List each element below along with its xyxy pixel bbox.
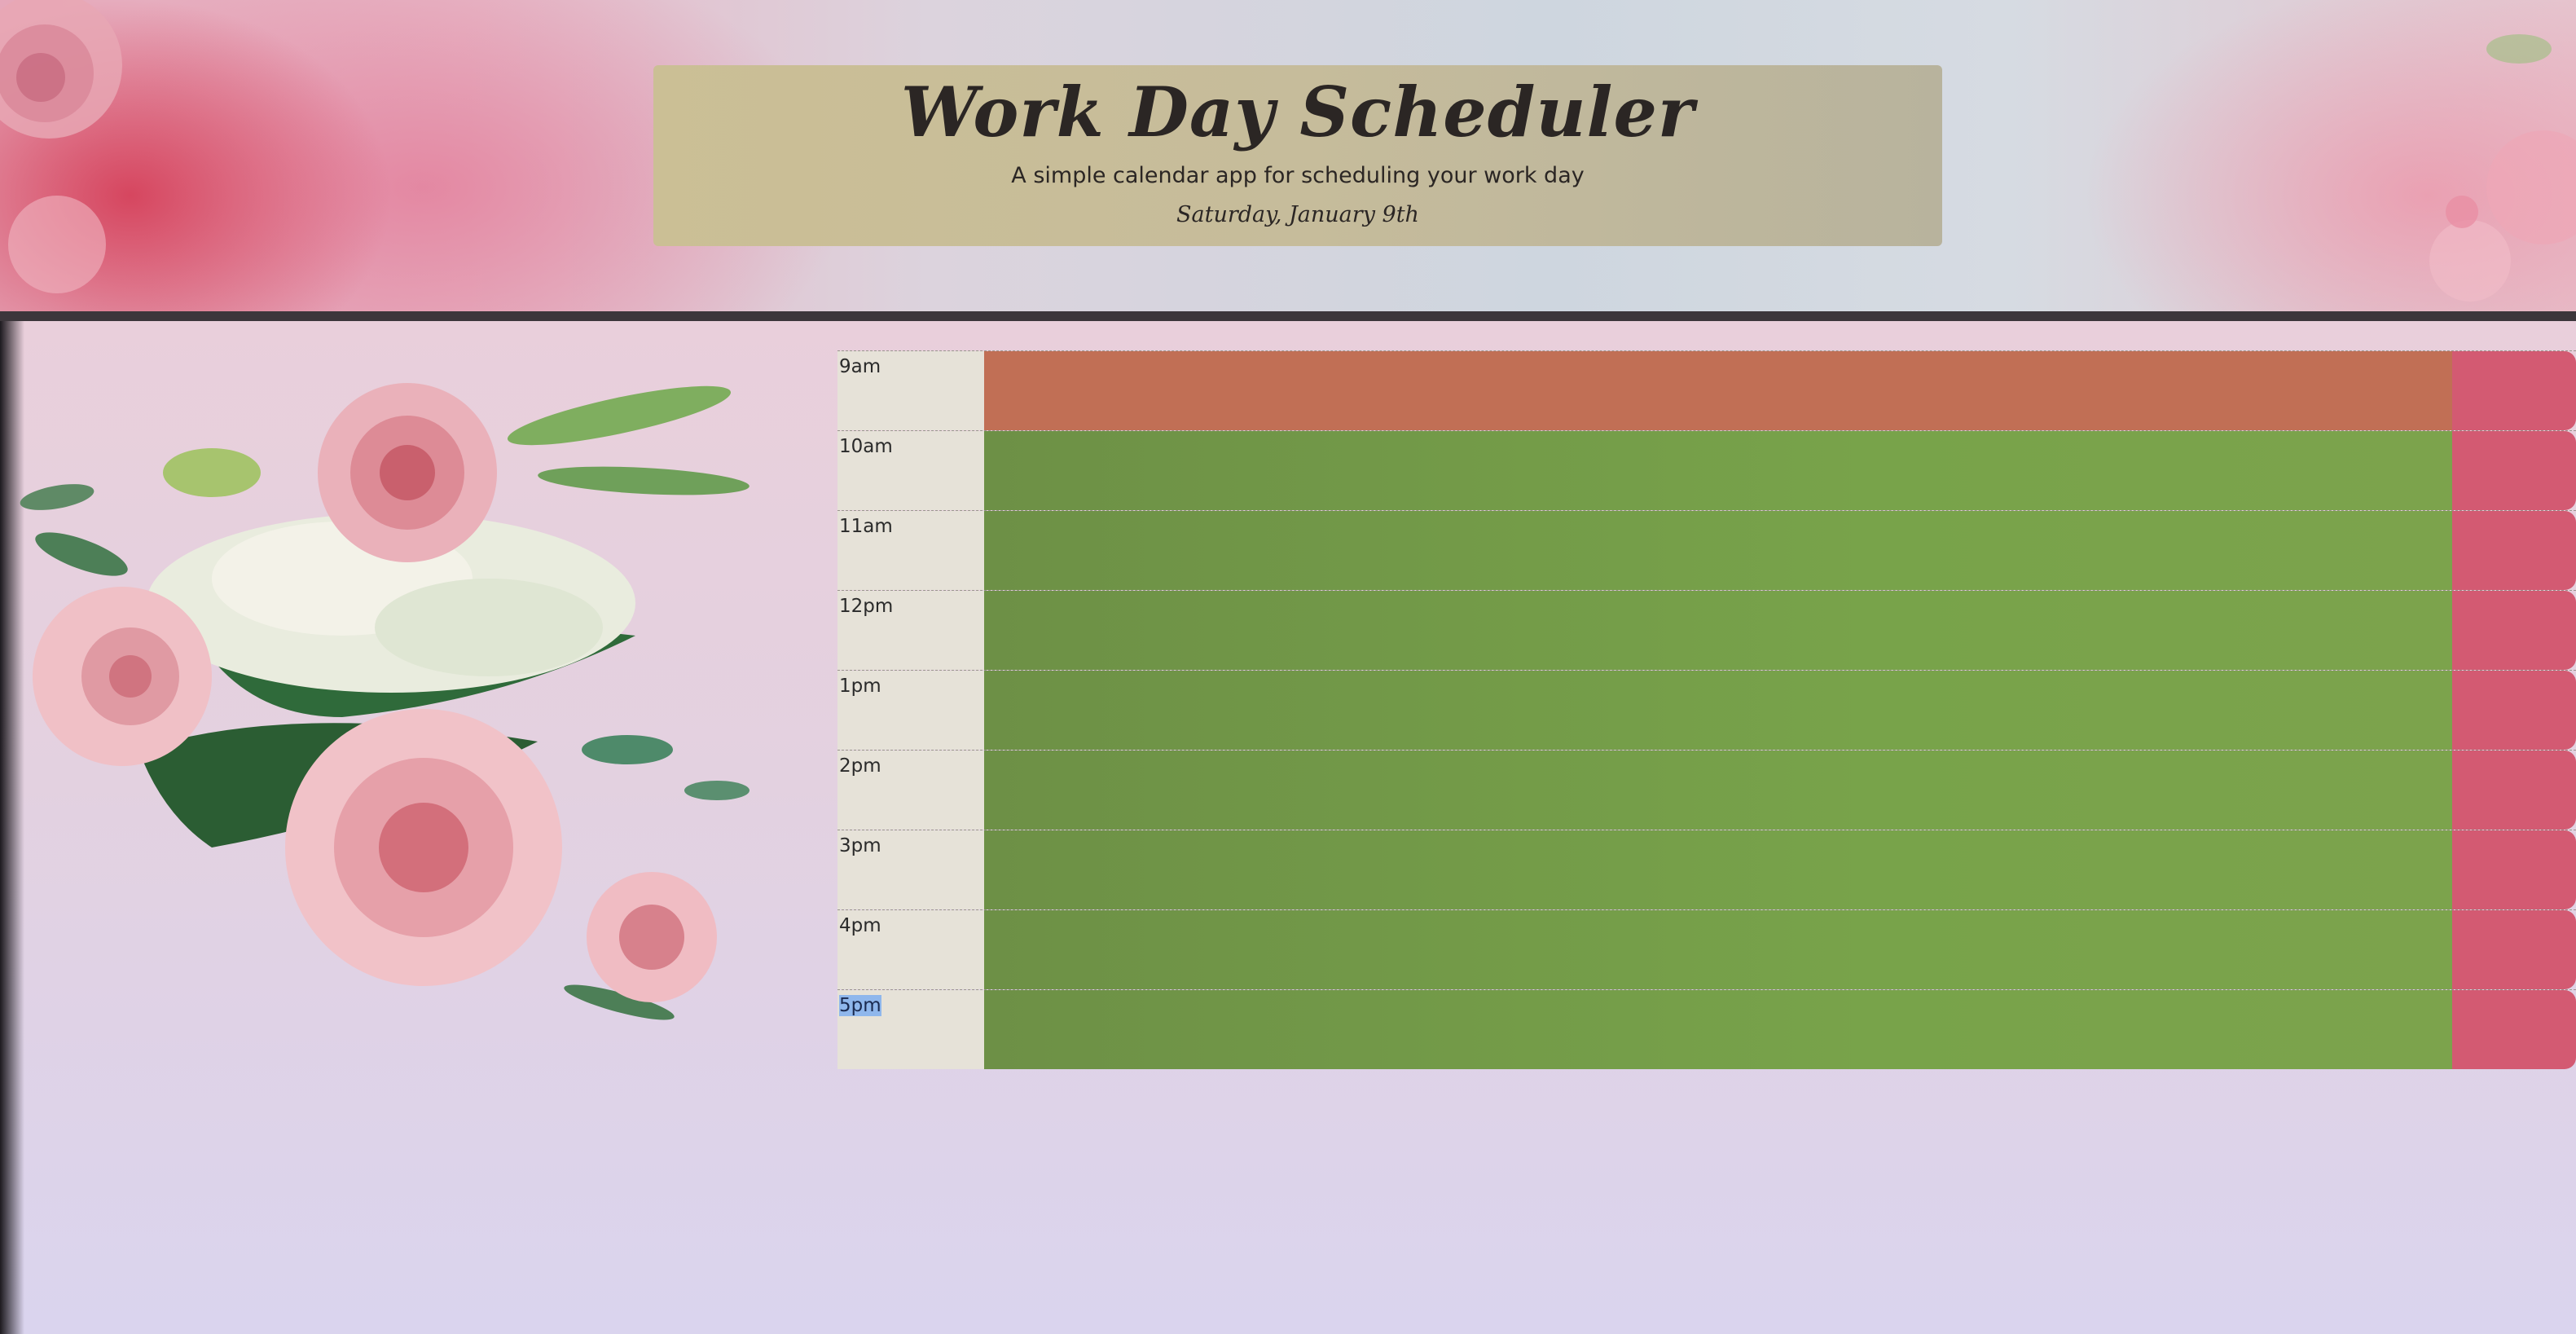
time-block-row: 10am bbox=[837, 430, 2576, 510]
save-button-5pm[interactable] bbox=[2452, 990, 2576, 1069]
task-input-3pm[interactable] bbox=[984, 830, 2452, 909]
save-button-2pm[interactable] bbox=[2452, 751, 2576, 830]
hour-cell: 5pm bbox=[837, 990, 984, 1069]
hour-label: 9am bbox=[839, 356, 881, 377]
save-button-1pm[interactable] bbox=[2452, 671, 2576, 750]
hour-cell: 4pm bbox=[837, 910, 984, 989]
save-button-11am[interactable] bbox=[2452, 511, 2576, 590]
save-icon bbox=[2501, 698, 2524, 718]
hour-label: 11am bbox=[839, 516, 893, 537]
header-divider bbox=[0, 311, 2576, 321]
hour-cell: 10am bbox=[837, 431, 984, 510]
hour-cell: 2pm bbox=[837, 751, 984, 830]
page-title: Work Day Scheduler bbox=[900, 72, 1695, 152]
time-block-row: 11am bbox=[837, 510, 2576, 590]
header-roses-right bbox=[2429, 34, 2576, 302]
save-icon bbox=[2501, 379, 2524, 398]
hour-label: 5pm bbox=[839, 995, 881, 1016]
save-icon bbox=[2501, 778, 2524, 798]
save-button-4pm[interactable] bbox=[2452, 910, 2576, 989]
hour-label: 3pm bbox=[839, 835, 881, 856]
save-icon bbox=[2501, 938, 2524, 958]
time-block-row: 3pm bbox=[837, 830, 2576, 909]
time-block-row: 12pm bbox=[837, 590, 2576, 670]
task-input-2pm[interactable] bbox=[984, 751, 2452, 830]
save-button-3pm[interactable] bbox=[2452, 830, 2576, 909]
hour-cell: 3pm bbox=[837, 830, 984, 909]
time-block-list: 9am 10am 11am 12pm 1pm 2pm 3pm 4pm 5pm bbox=[837, 350, 2576, 1069]
hour-label: 10am bbox=[839, 436, 893, 457]
hour-label: 1pm bbox=[839, 676, 881, 697]
task-input-10am[interactable] bbox=[984, 431, 2452, 510]
save-button-12pm[interactable] bbox=[2452, 591, 2576, 670]
time-block-row: 9am bbox=[837, 350, 2576, 430]
header-roses-left bbox=[0, 0, 122, 293]
hour-label: 4pm bbox=[839, 915, 881, 936]
hour-label: 12pm bbox=[839, 596, 894, 617]
time-block-row: 1pm bbox=[837, 670, 2576, 750]
time-block-row: 2pm bbox=[837, 750, 2576, 830]
task-input-1pm[interactable] bbox=[984, 671, 2452, 750]
save-icon bbox=[2501, 858, 2524, 878]
current-day: Saturday, January 9th bbox=[1176, 202, 1419, 227]
task-input-5pm[interactable] bbox=[984, 990, 2452, 1069]
save-icon bbox=[2501, 539, 2524, 558]
task-input-11am[interactable] bbox=[984, 511, 2452, 590]
save-icon bbox=[2501, 619, 2524, 638]
save-button-10am[interactable] bbox=[2452, 431, 2576, 510]
save-icon bbox=[2501, 1018, 2524, 1037]
hour-cell: 11am bbox=[837, 511, 984, 590]
hour-cell: 1pm bbox=[837, 671, 984, 750]
task-input-4pm[interactable] bbox=[984, 910, 2452, 989]
page-header: Work Day Scheduler A simple calendar app… bbox=[0, 0, 2576, 311]
save-button-9am[interactable] bbox=[2452, 351, 2576, 430]
task-input-9am[interactable] bbox=[984, 351, 2452, 430]
time-block-row: 4pm bbox=[837, 909, 2576, 989]
time-block-row: 5pm bbox=[837, 989, 2576, 1069]
title-card: Work Day Scheduler A simple calendar app… bbox=[653, 65, 1942, 246]
hour-cell: 9am bbox=[837, 351, 984, 430]
floral-bouquet-image bbox=[20, 383, 750, 1020]
hour-label: 2pm bbox=[839, 755, 881, 777]
task-input-12pm[interactable] bbox=[984, 591, 2452, 670]
page-subtitle: A simple calendar app for scheduling you… bbox=[1011, 163, 1585, 188]
save-icon bbox=[2501, 459, 2524, 478]
hour-cell: 12pm bbox=[837, 591, 984, 670]
